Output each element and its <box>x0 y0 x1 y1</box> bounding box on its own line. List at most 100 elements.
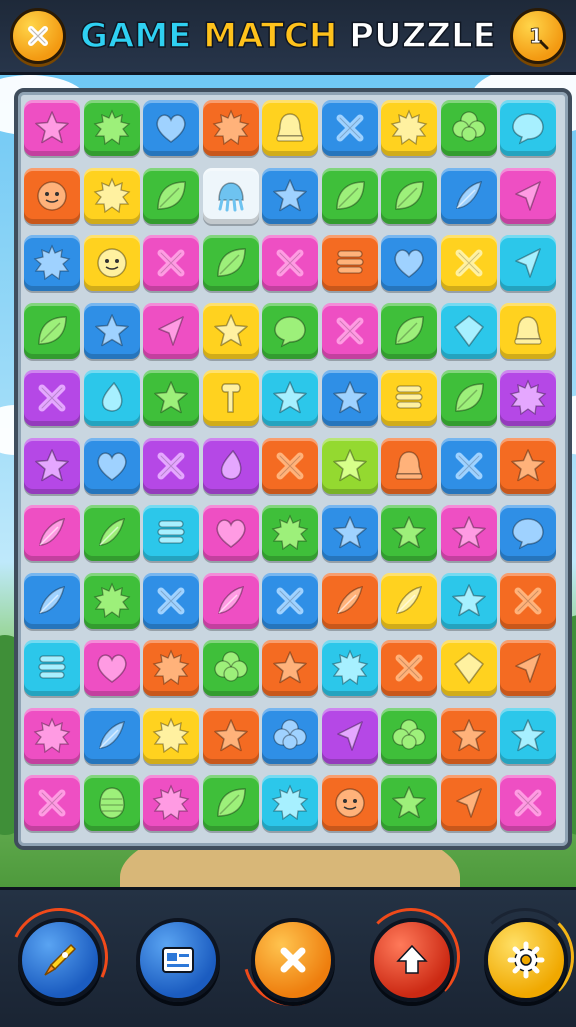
close-button[interactable] <box>10 8 66 64</box>
tile-green-leaf[interactable] <box>321 167 378 224</box>
tile-cyan-sun[interactable] <box>262 775 318 831</box>
tile-green-shell[interactable] <box>83 775 140 831</box>
tile-orange-arrow[interactable] <box>500 640 556 696</box>
tile-blue-x[interactable] <box>440 437 497 494</box>
tile-orange-arrow[interactable] <box>440 775 497 831</box>
tile-pink-feather[interactable] <box>24 505 80 561</box>
tile-cyan-diamond[interactable] <box>440 302 497 359</box>
cancel-button[interactable] <box>251 918 335 1002</box>
level-button[interactable]: 1 <box>510 8 566 64</box>
tile-pink-x[interactable] <box>24 775 80 831</box>
tile-blue-heart[interactable] <box>83 437 140 494</box>
tile-purple-sun[interactable] <box>500 370 556 426</box>
tile-purple-x[interactable] <box>143 437 199 494</box>
tile-pink-feather[interactable] <box>202 572 259 629</box>
tile-cyan-stack[interactable] <box>143 505 199 561</box>
tile-pink-star[interactable] <box>24 100 80 156</box>
tile-green-star[interactable] <box>381 505 437 561</box>
tile-blue-heart[interactable] <box>381 235 437 291</box>
tile-green-clover[interactable] <box>381 707 437 764</box>
tile-orange-x[interactable] <box>262 437 318 494</box>
tile-blue-speech[interactable] <box>500 505 556 561</box>
tile-yellow-face[interactable] <box>83 235 140 291</box>
tile-blue-heart[interactable] <box>143 100 199 156</box>
tile-blue-feather[interactable] <box>24 572 80 629</box>
tile-green-leaf[interactable] <box>440 370 497 426</box>
tile-orange-face[interactable] <box>321 775 378 831</box>
tile-purple-drop[interactable] <box>202 437 259 494</box>
tile-green-speech[interactable] <box>262 302 318 359</box>
tile-cyan-star[interactable] <box>262 370 318 426</box>
tile-blue-clover[interactable] <box>262 707 318 764</box>
tile-yellow-feather[interactable] <box>381 572 437 629</box>
tile-lime-star[interactable] <box>321 437 378 494</box>
tile-yellow-diamond[interactable] <box>440 640 497 696</box>
tile-orange-feather[interactable] <box>321 572 378 629</box>
tile-cyan-arrow[interactable] <box>500 235 556 291</box>
tile-pink-x[interactable] <box>500 775 556 831</box>
tile-orange-sun[interactable] <box>143 640 199 696</box>
tile-blue-x[interactable] <box>321 100 378 156</box>
tile-green-leaf[interactable] <box>381 167 437 224</box>
tile-yellow-bell[interactable] <box>500 302 556 359</box>
tile-yellow-sun[interactable] <box>381 100 437 156</box>
tile-blue-sun[interactable] <box>24 235 80 291</box>
tile-orange-star[interactable] <box>500 437 556 494</box>
tile-blue-star[interactable] <box>321 370 378 426</box>
tile-yellow-bell[interactable] <box>262 100 318 156</box>
tile-blue-star[interactable] <box>83 302 140 359</box>
tile-yellow-star[interactable] <box>202 302 259 359</box>
tile-orange-stack[interactable] <box>321 235 378 291</box>
tile-green-sun[interactable] <box>83 572 140 629</box>
tile-blue-star[interactable] <box>262 167 318 224</box>
tile-cyan-speech[interactable] <box>500 100 556 156</box>
tile-yellow-sun[interactable] <box>143 707 199 764</box>
tile-orange-x[interactable] <box>381 640 437 696</box>
tile-cyan-drop[interactable] <box>83 370 140 426</box>
tile-green-clover[interactable] <box>202 640 259 696</box>
tile-green-sun[interactable] <box>262 505 318 561</box>
upgrade-button[interactable] <box>370 918 454 1002</box>
tile-pink-heart[interactable] <box>202 505 259 561</box>
tile-cyan-stack[interactable] <box>24 640 80 696</box>
settings-button[interactable] <box>484 918 568 1002</box>
tile-green-leaf[interactable] <box>381 302 437 359</box>
tile-pink-star[interactable] <box>440 505 497 561</box>
tile-blue-x[interactable] <box>262 572 318 629</box>
tile-green-leaf[interactable] <box>202 775 259 831</box>
tile-pink-heart[interactable] <box>83 640 140 696</box>
tile-green-star[interactable] <box>381 775 437 831</box>
tile-green-clover[interactable] <box>440 100 497 156</box>
tile-yellow-stack[interactable] <box>381 370 437 426</box>
tile-orange-sun[interactable] <box>202 100 259 156</box>
tile-green-leaf[interactable] <box>143 167 199 224</box>
tile-green-leaf[interactable] <box>202 235 259 291</box>
tile-yellow-x[interactable] <box>440 235 497 291</box>
tile-green-feather[interactable] <box>83 505 140 561</box>
tile-blue-feather[interactable] <box>440 167 497 224</box>
tile-pink-arrow[interactable] <box>143 302 199 359</box>
tile-orange-bell[interactable] <box>381 437 437 494</box>
card-button[interactable] <box>136 918 220 1002</box>
tile-green-leaf[interactable] <box>24 302 80 359</box>
tile-blue-feather[interactable] <box>83 707 140 764</box>
tile-orange-star[interactable] <box>440 707 497 764</box>
tile-pink-x[interactable] <box>262 235 318 291</box>
tile-orange-star[interactable] <box>202 707 259 764</box>
tile-orange-face[interactable] <box>24 167 80 224</box>
tile-orange-star[interactable] <box>262 640 318 696</box>
tile-white-jelly[interactable] <box>202 167 259 224</box>
tile-cyan-star[interactable] <box>440 572 497 629</box>
tile-blue-x[interactable] <box>143 572 199 629</box>
tile-cyan-star[interactable] <box>500 707 556 764</box>
tile-green-star[interactable] <box>143 370 199 426</box>
rocket-boost-button[interactable] <box>18 918 102 1002</box>
tile-pink-x[interactable] <box>143 235 199 291</box>
tile-green-sun[interactable] <box>83 100 140 156</box>
tile-pink-sun[interactable] <box>24 707 80 764</box>
tile-blue-star[interactable] <box>321 505 378 561</box>
tile-yellow-sun[interactable] <box>83 167 140 224</box>
tile-cyan-sun[interactable] <box>321 640 378 696</box>
tile-purple-star[interactable] <box>24 437 80 494</box>
tile-orange-x[interactable] <box>500 572 556 629</box>
